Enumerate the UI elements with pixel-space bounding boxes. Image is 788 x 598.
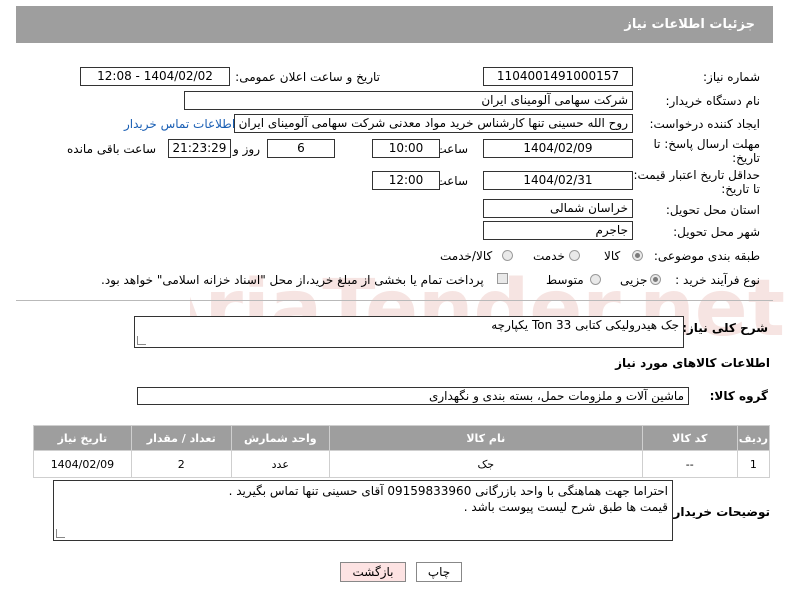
category-option-both: کالا/خدمت — [440, 249, 493, 263]
process-radio-minor[interactable] — [650, 274, 661, 285]
validity-time-field: 12:00 — [372, 171, 440, 190]
description-label: شرح کلی نیاز: — [682, 321, 768, 335]
items-table: ردیف کد کالا نام کالا واحد شمارش تعداد /… — [33, 425, 771, 478]
buyer-notes-line-1: احتراما جهت هماهنگی با واحد بازرگانی 091… — [228, 484, 668, 498]
contact-info-link[interactable]: اطلاعات تماس خریدار — [124, 117, 235, 131]
back-button[interactable]: بازگشت — [340, 562, 406, 582]
requester-field: روح الله حسینی تنها کارشناس خرید مواد مع… — [234, 114, 633, 133]
table-row: 1 -- جک عدد 2 1404/02/09 — [33, 450, 771, 478]
description-field: جک هیدرولیکی کتابی 33 Ton یکپارچه — [134, 316, 684, 348]
category-label: طبقه بندی موضوعی: — [653, 249, 760, 263]
cell-date: 1404/02/09 — [33, 450, 132, 478]
cell-quantity: 2 — [130, 450, 232, 478]
process-radio-medium[interactable] — [590, 274, 601, 285]
col-header-row-number: ردیف — [736, 425, 771, 451]
goods-group-label: گروه کالا: — [709, 389, 768, 403]
days-label: روز و — [233, 142, 260, 156]
page-title: جزئیات اطلاعات نیاز — [624, 17, 755, 32]
col-header-date: تاریخ نیاز — [33, 425, 132, 451]
process-option-minor: جزیی — [620, 273, 648, 287]
city-label: شهر محل تحویل: — [673, 225, 760, 239]
col-header-unit: واحد شمارش — [230, 425, 330, 451]
need-number-field: 1104001491000157 — [483, 67, 633, 86]
deadline-label-date: تاریخ: — [732, 151, 760, 165]
resize-handle-icon[interactable] — [137, 336, 146, 345]
col-header-code: کد کالا — [641, 425, 738, 451]
announce-label: تاریخ و ساعت اعلان عمومی: — [235, 70, 380, 84]
buyer-org-label: نام دستگاه خریدار: — [665, 94, 761, 108]
validity-label: حداقل تاریخ اعتبار قیمت: — [633, 168, 760, 182]
process-label: نوع فرآیند خرید : — [675, 273, 760, 287]
buyer-org-field: شرکت سهامی آلومینای ایران — [184, 91, 633, 110]
province-field: خراسان شمالی — [483, 199, 633, 218]
buyer-notes-label: توضیحات خریدار: — [668, 505, 770, 519]
announce-field: 1404/02/02 - 12:08 — [80, 67, 230, 86]
category-radio-both[interactable] — [502, 250, 513, 261]
payment-note: پرداخت تمام یا بخشی از مبلغ خرید،از محل … — [101, 273, 484, 287]
cell-code: -- — [641, 450, 738, 478]
col-header-quantity: تعداد / مقدار — [130, 425, 232, 451]
city-field: جاجرم — [483, 221, 633, 240]
category-radio-service[interactable] — [569, 250, 580, 261]
resize-handle-icon[interactable] — [56, 529, 65, 538]
remaining-label: ساعت باقی مانده — [67, 142, 157, 156]
deadline-date-field: 1404/02/09 — [483, 139, 633, 158]
table-header-row: ردیف کد کالا نام کالا واحد شمارش تعداد /… — [33, 425, 771, 451]
cell-unit: عدد — [230, 450, 330, 478]
page-header: جزئیات اطلاعات نیاز — [16, 6, 773, 43]
remaining-time-field: 21:23:29 — [168, 139, 231, 158]
description-text: جک هیدرولیکی کتابی 33 Ton یکپارچه — [491, 318, 679, 332]
goods-info-title: اطلاعات کالاهای مورد نیاز — [615, 356, 770, 370]
process-option-medium: متوسط — [546, 273, 584, 287]
section-divider — [16, 300, 773, 301]
category-option-service: خدمت — [533, 249, 565, 263]
cell-row-number: 1 — [736, 450, 771, 478]
cell-name: جک — [328, 450, 643, 478]
goods-group-field: ماشین آلات و ملزومات حمل، بسته بندی و نگ… — [137, 387, 689, 405]
days-field: 6 — [267, 139, 335, 158]
requester-label: ایجاد کننده درخواست: — [649, 117, 760, 131]
buyer-notes-line-2: قیمت ها طبق شرح لیست پیوست باشد . — [463, 500, 668, 514]
validity-time-label: ساعت — [435, 174, 468, 188]
treasury-payment-checkbox[interactable] — [497, 273, 508, 284]
province-label: استان محل تحویل: — [665, 203, 760, 217]
col-header-name: نام کالا — [328, 425, 643, 451]
deadline-time-field: 10:00 — [372, 139, 440, 158]
need-number-label: شماره نیاز: — [703, 70, 760, 84]
buyer-notes-field: احتراما جهت هماهنگی با واحد بازرگانی 091… — [53, 480, 673, 541]
print-button[interactable]: چاپ — [416, 562, 462, 582]
deadline-label: مهلت ارسال پاسخ: تا — [653, 137, 760, 151]
category-option-goods: کالا — [604, 249, 621, 263]
validity-label-date: تا تاریخ: — [721, 182, 760, 196]
category-radio-goods[interactable] — [632, 250, 643, 261]
deadline-time-label: ساعت — [435, 142, 468, 156]
validity-date-field: 1404/02/31 — [483, 171, 633, 190]
